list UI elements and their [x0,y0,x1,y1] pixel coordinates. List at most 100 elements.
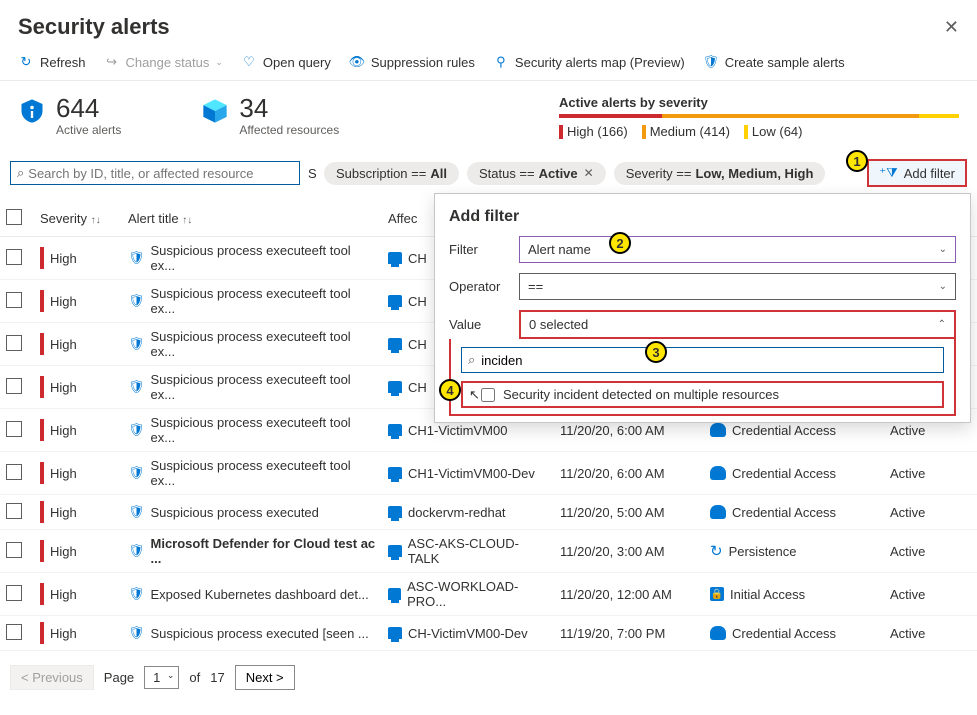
table-row[interactable]: High🛡Exposed Kubernetes dashboard det...… [0,573,977,616]
alerts-map-button[interactable]: ⚲ Security alerts map (Preview) [493,54,685,70]
add-filter-button[interactable]: ⁺⧩ Add filter [867,159,967,187]
vm-icon [388,381,402,393]
sort-icon[interactable]: ↑↓ [91,215,101,226]
operator-label: Operator [449,279,519,294]
filter-field-select[interactable]: Alert name ⌄ [519,236,956,263]
row-checkbox[interactable] [6,624,22,640]
row-checkbox[interactable] [6,503,22,519]
status-text: Active [890,544,925,559]
severity-bar-high [559,114,662,118]
alert-shield-icon: 🛡 [128,293,145,309]
alert-title: Suspicious process executed [seen ... [151,626,369,641]
row-checkbox[interactable] [6,542,22,558]
vm-icon [388,588,401,600]
row-checkbox[interactable] [6,585,22,601]
legend-low[interactable]: Low (64) [744,124,803,139]
suppression-button[interactable]: 👁 Suppression rules [349,54,475,70]
map-icon: ⚲ [493,54,509,70]
filter-pill-status[interactable]: Status == Active ✕ [467,162,606,185]
row-checkbox[interactable] [6,378,22,394]
legend-high[interactable]: High (166) [559,124,628,139]
severity-stripe [40,462,44,484]
activity-time: 11/20/20, 3:00 AM [560,544,665,559]
active-alerts-label: Active alerts [56,123,121,137]
severity-text: High [50,587,77,602]
resource-name: ASC-WORKLOAD-PRO... [407,579,548,609]
resource-name: CH [408,380,427,395]
select-all-checkbox[interactable] [6,209,22,225]
value-option-security-incident[interactable]: ↖ Security incident detected on multiple… [461,381,944,408]
change-status-button: ↪ Change status ⌄ [104,54,223,70]
severity-text: High [50,423,77,438]
page-select[interactable]: 1 ⌄ [144,666,179,689]
shield-icon: 🛡 [703,54,719,70]
severity-stripe [40,501,44,523]
severity-text: High [50,626,77,641]
table-row[interactable]: High🛡Suspicious process executeddockervm… [0,495,977,530]
value-option-checkbox[interactable] [481,388,495,402]
activity-time: 11/20/20, 5:00 AM [560,505,665,520]
severity-summary: Active alerts by severity High (166) Med… [559,95,959,139]
affected-resources-stat: 34 Affected resources [201,95,339,137]
status-text: Active [890,626,925,641]
close-icon[interactable]: ✕ [944,17,959,38]
table-row[interactable]: High 🛡 Microsoft Defender for Cloud test a… [0,530,977,573]
mitre-tactic: Credential Access [732,466,836,481]
operator-select[interactable]: == ⌄ [519,273,956,300]
value-search-wrapper[interactable]: ⌕ [461,347,944,373]
table-row[interactable]: High🛡Suspicious process executeeft tool … [0,452,977,495]
severity-bar-medium [662,114,919,118]
alert-shield-icon: 🛡 [128,543,145,559]
refresh-button[interactable]: ↻ Refresh [18,54,86,70]
value-select[interactable]: 0 selected ⌃ [519,310,956,339]
alert-title: Suspicious process executeeft tool ex... [151,329,376,359]
open-query-label: Open query [263,55,331,70]
severity-stripe [40,247,44,269]
activity-time: 11/20/20, 6:00 AM [560,466,665,481]
row-checkbox[interactable] [6,421,22,437]
alert-shield-icon: 🛡 [128,625,145,641]
callout-4: 4 [439,379,461,401]
row-checkbox[interactable] [6,292,22,308]
sample-alerts-button[interactable]: 🛡 Create sample alerts [703,54,845,70]
page-label: Page [104,670,134,685]
search-input[interactable] [28,166,293,181]
remove-status-filter-icon[interactable]: ✕ [584,166,594,180]
filter-pill-subscription[interactable]: Subscription == All [324,162,459,185]
search-input-wrapper[interactable]: ⌕ [10,161,300,185]
table-row[interactable]: High 🛡 Suspicious process executed [seen .… [0,616,977,651]
severity-text: High [50,337,77,352]
vm-icon [388,295,402,307]
severity-stripe [40,419,44,441]
sort-icon[interactable]: ↑↓ [182,215,192,226]
status-icon: ↪ [104,54,120,70]
col-severity[interactable]: Severity [40,211,87,226]
severity-bar-low [919,114,959,118]
affected-count: 34 [239,95,339,121]
severity-text: High [50,544,77,559]
col-affected[interactable]: Affec [388,211,417,226]
col-title[interactable]: Alert title [128,211,179,226]
value-search-input[interactable] [481,353,937,368]
open-query-button[interactable]: ♡ Open query [241,54,331,70]
row-checkbox[interactable] [6,464,22,480]
lock-icon: 🔒 [710,587,724,601]
alert-title: Suspicious process executeeft tool ex... [151,372,376,402]
alert-shield-icon: 🛡 [128,586,145,602]
search-icon: ⌕ [17,165,24,181]
alert-title: Suspicious process executeeft tool ex... [151,458,376,488]
next-page-button[interactable]: Next > [235,665,295,690]
row-checkbox[interactable] [6,335,22,351]
row-checkbox[interactable] [6,249,22,265]
resource-name: CH-VictimVM00-Dev [408,626,528,641]
legend-medium[interactable]: Medium (414) [642,124,730,139]
value-dropdown: ⌕ 3 ↖ Security incident detected on mult… [449,339,956,416]
vm-icon [388,467,402,479]
filter-icon: ⁺⧩ [879,165,897,181]
filter-pill-severity[interactable]: Severity == Low, Medium, High [614,162,826,185]
severity-title: Active alerts by severity [559,95,959,110]
mitre-tactic: Credential Access [732,423,836,438]
alert-title: Microsoft Defender for Cloud test ac ... [151,536,376,566]
resource-name: CH1-VictimVM00 [408,423,507,438]
severity-stripe [40,622,44,644]
